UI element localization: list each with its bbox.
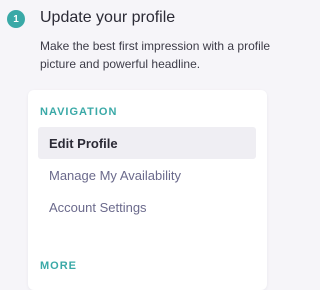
nav-item-manage-availability[interactable]: Manage My Availability — [38, 159, 256, 191]
nav-item-account-settings[interactable]: Account Settings — [38, 191, 256, 223]
navigation-heading: NAVIGATION — [40, 106, 118, 118]
more-heading: MORE — [40, 260, 77, 272]
step-title: Update your profile — [40, 9, 176, 26]
step-description: Make the best first impression with a pr… — [40, 39, 271, 71]
nav-item-edit-profile[interactable]: Edit Profile — [38, 127, 256, 159]
profile-navigation-card: NAVIGATION Edit Profile Manage My Availa… — [28, 90, 267, 290]
navigation-list: Edit Profile Manage My Availability Acco… — [38, 127, 256, 223]
step-number-badge: 1 — [7, 10, 25, 28]
